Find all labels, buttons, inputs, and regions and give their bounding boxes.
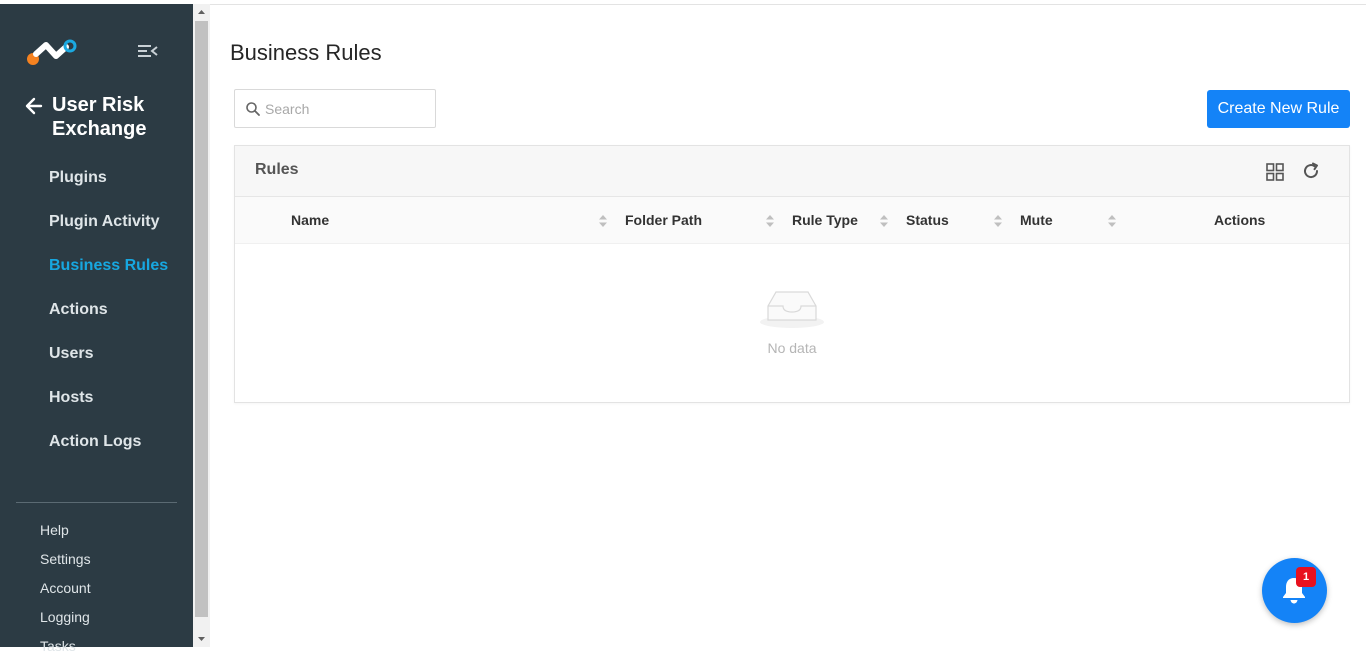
search-input[interactable] [265, 98, 430, 120]
sort-icon[interactable] [879, 214, 889, 228]
empty-state: No data [235, 244, 1349, 402]
back-arrow-icon[interactable] [24, 96, 44, 116]
notification-count-badge: 1 [1296, 567, 1316, 587]
column-header-name[interactable]: Name [291, 212, 329, 228]
column-header-actions: Actions [1214, 212, 1266, 228]
sidebar-scrollbar[interactable] [193, 4, 210, 647]
sidebar-item-account[interactable]: Account [0, 574, 193, 603]
sidebar-bottom-nav: Help Settings Account Logging Tasks [0, 516, 193, 661]
column-header-folder-path[interactable]: Folder Path [625, 212, 702, 228]
sidebar-item-action-logs[interactable]: Action Logs [0, 424, 193, 468]
create-new-rule-button[interactable]: Create New Rule [1207, 90, 1350, 128]
sidebar: User Risk Exchange Plugins Plugin Activi… [0, 0, 193, 654]
search-icon [246, 102, 260, 116]
sidebar-divider [16, 502, 177, 503]
grid-view-icon[interactable] [1265, 162, 1285, 182]
sidebar-item-actions[interactable]: Actions [0, 292, 193, 336]
sort-icon[interactable] [1107, 214, 1117, 228]
column-header-mute[interactable]: Mute [1020, 212, 1053, 228]
sidebar-item-logging[interactable]: Logging [0, 603, 193, 632]
scroll-thumb[interactable] [195, 21, 208, 617]
empty-text: No data [767, 340, 817, 356]
module-title-text: User Risk Exchange [52, 94, 147, 140]
card-title: Rules [255, 161, 299, 178]
netskope-logo [27, 39, 77, 65]
page-title: Business Rules [230, 40, 382, 65]
sidebar-item-plugins[interactable]: Plugins [0, 160, 193, 204]
sidebar-item-settings[interactable]: Settings [0, 545, 193, 574]
sort-icon[interactable] [598, 214, 608, 228]
sidebar-nav: Plugins Plugin Activity Business Rules A… [0, 160, 193, 468]
scroll-up-arrow-icon[interactable] [193, 4, 210, 21]
sidebar-item-users[interactable]: Users [0, 336, 193, 380]
column-header-rule-type[interactable]: Rule Type [792, 212, 858, 228]
sort-icon[interactable] [993, 214, 1003, 228]
sort-icon[interactable] [765, 214, 775, 228]
top-divider [210, 4, 1366, 5]
rules-card: Rules Name Folder Path Rule Type Status … [234, 145, 1350, 403]
column-header-status[interactable]: Status [906, 212, 949, 228]
sidebar-item-help[interactable]: Help [0, 516, 193, 545]
menu-collapse-icon[interactable] [137, 42, 159, 60]
table-header: Name Folder Path Rule Type Status Mute A… [235, 197, 1349, 244]
notifications-button[interactable] [1262, 558, 1327, 623]
scroll-down-arrow-icon[interactable] [193, 630, 210, 647]
sidebar-item-plugin-activity[interactable]: Plugin Activity [0, 204, 193, 248]
main-content: Business Rules Create New Rule Rules Nam… [210, 0, 1366, 647]
sidebar-item-hosts[interactable]: Hosts [0, 380, 193, 424]
sidebar-item-business-rules[interactable]: Business Rules [0, 248, 193, 292]
search-box[interactable] [234, 89, 436, 128]
top-strip [0, 0, 193, 4]
empty-inbox-icon [760, 291, 824, 328]
refresh-icon[interactable] [1301, 161, 1321, 181]
rules-card-header: Rules [235, 146, 1349, 197]
